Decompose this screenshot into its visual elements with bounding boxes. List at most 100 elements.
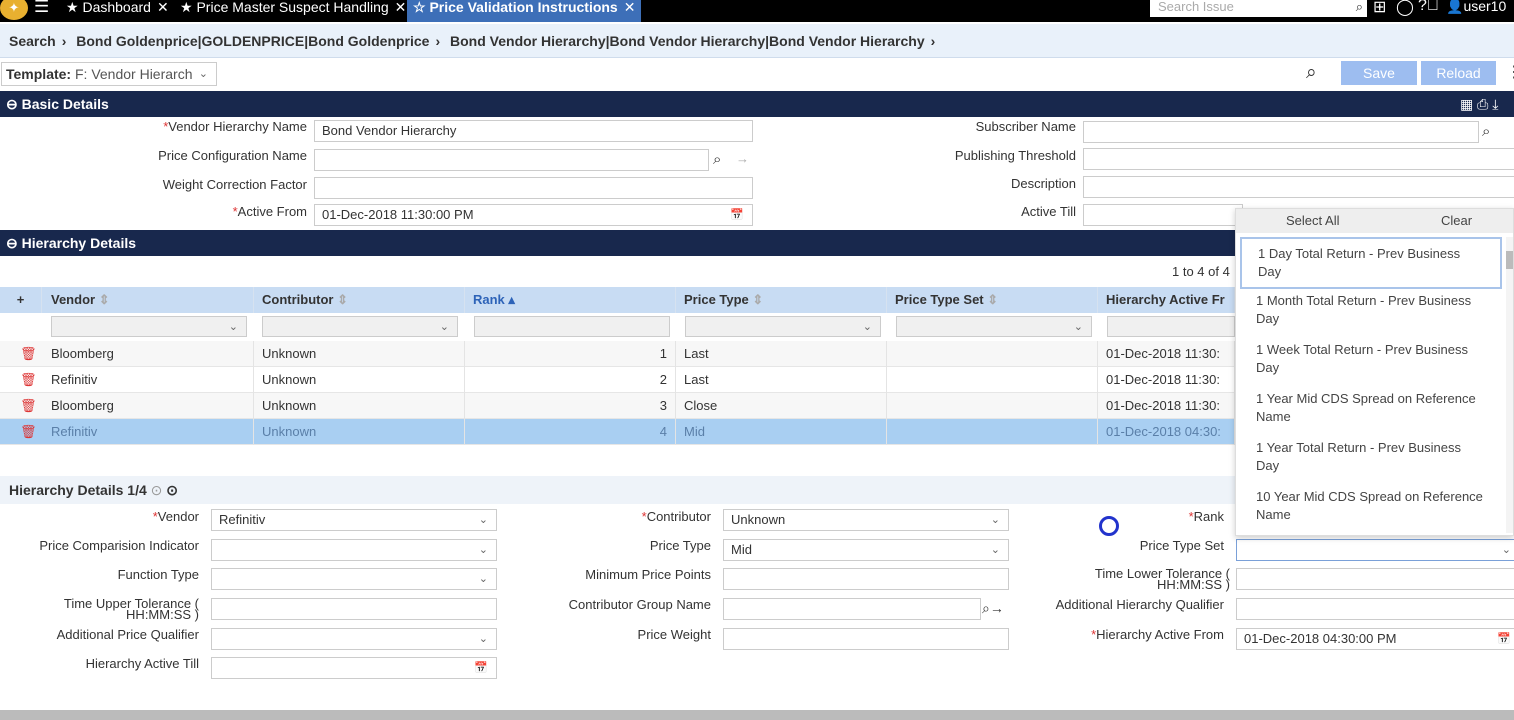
description-input[interactable] (1083, 176, 1514, 198)
close-icon[interactable]: ✕ (624, 0, 636, 15)
basic-details-header[interactable]: ⊖ Basic Details ▦ ⎙ ⤓ (0, 91, 1514, 117)
active-till-input[interactable] (1083, 204, 1243, 226)
tab-dashboard[interactable]: ★ Dashboard ✕ (60, 0, 175, 22)
search-icon[interactable]: ⌕→ (982, 600, 1004, 617)
delete-icon[interactable]: 🗑 (12, 419, 37, 445)
table-cell: Bloomberg (43, 341, 254, 367)
close-icon[interactable]: ✕ (157, 0, 169, 15)
search-icon[interactable]: ⌕ (1356, 0, 1363, 14)
subscriber-input[interactable] (1083, 121, 1479, 143)
hat-label: Hierarchy Active Till (85, 656, 199, 671)
help-icon[interactable]: ?⃝ (1418, 0, 1439, 15)
col-hierarchy-active-from[interactable]: Hierarchy Active Fr (1098, 287, 1235, 313)
search-icon[interactable]: ⌕ (1482, 123, 1490, 140)
table-row[interactable]: 🗑 Bloomberg Unknown 3 Close 01-Dec-2018 11:30… (0, 393, 1235, 419)
cgn-input[interactable] (723, 598, 981, 620)
haf-input[interactable]: 01-Dec-2018 04:30:00 PM 📅 (1236, 628, 1514, 650)
weight-input[interactable] (314, 177, 753, 199)
vendor-select[interactable]: Refinitiv ⌄ (211, 509, 497, 531)
breadcrumb: Search › Bond Goldenprice|GOLDENPRICE|Bon… (0, 24, 1514, 58)
close-icon[interactable]: ✕ (395, 0, 407, 15)
more-icon[interactable]: ⋮ (1506, 62, 1514, 82)
contributor-select[interactable]: Unknown ⌄ (723, 509, 1009, 531)
vendor-hierarchy-name-input[interactable]: Bond Vendor Hierarchy (314, 120, 753, 142)
active-from-filter[interactable] (1107, 316, 1235, 337)
save-button[interactable]: Save (1341, 61, 1417, 85)
search-issue-input[interactable]: Search Issue ⌕ (1150, 0, 1367, 17)
search-icon[interactable]: ⌕ (1306, 62, 1317, 84)
menu-icon[interactable]: ☰ (34, 0, 49, 17)
chat-icon[interactable]: ◯ (1396, 0, 1414, 17)
tlt-input[interactable] (1236, 568, 1514, 590)
col-price-type[interactable]: Price Type ⇕ (676, 287, 887, 313)
publishing-input[interactable] (1083, 148, 1514, 170)
user-menu[interactable]: 👤user10 (1446, 0, 1506, 15)
reload-button[interactable]: Reload (1421, 61, 1496, 85)
next-icon[interactable]: ⊙ (166, 482, 178, 498)
table-row[interactable]: 🗑 Refinitiv Unknown 2 Last 01-Dec-2018 11:30: (0, 367, 1235, 393)
table-cell: 01-Dec-2018 04:30: (1098, 419, 1235, 445)
dropdown-option[interactable]: 1 Day Total Return - Prev Business Day (1240, 237, 1502, 289)
export-icon[interactable]: ▦ ⎙ ⤓ (1460, 91, 1498, 117)
price-type-select[interactable]: Mid ⌄ (723, 539, 1009, 561)
clear-button[interactable]: Clear (1441, 209, 1472, 233)
user-icon: 👤 (1446, 0, 1464, 14)
price-type-set-filter[interactable]: ⌄ (896, 316, 1092, 337)
breadcrumb-vendor-hierarchy[interactable]: Bond Vendor Hierarchy|Bond Vendor Hierar… (450, 33, 925, 49)
delete-icon[interactable]: 🗑 (12, 367, 37, 393)
col-vendor[interactable]: Vendor ⇕ (43, 287, 254, 313)
breadcrumb-goldenprice[interactable]: Bond Goldenprice|GOLDENPRICE|Bond Golden… (76, 33, 429, 49)
dropdown-option[interactable]: 1 Year Total Return - Prev Business Day (1240, 433, 1502, 481)
dropdown-option[interactable]: 10 Year Mid CDS Spread on Reference Name (1240, 482, 1502, 530)
col-contributor[interactable]: Contributor ⇕ (254, 287, 465, 313)
add-row-button[interactable]: + (0, 287, 42, 313)
delete-icon[interactable]: 🗑 (12, 393, 37, 419)
app-logo[interactable]: ✦ (0, 0, 28, 20)
table-cell: Unknown (254, 393, 465, 419)
function-type-label: Function Type (117, 567, 199, 582)
horizontal-scrollbar[interactable] (0, 710, 1514, 720)
calendar-icon[interactable]: 📅 (730, 205, 744, 225)
arrow-right-icon[interactable]: → (736, 151, 749, 166)
price-type-filter[interactable]: ⌄ (685, 316, 881, 337)
search-icon[interactable]: ⌕ (713, 151, 721, 168)
table-row[interactable]: 🗑 Bloomberg Unknown 1 Last 01-Dec-2018 11:30: (0, 341, 1235, 367)
tab-price-master[interactable]: ★ Price Master Suspect Handling ✕ (174, 0, 412, 22)
tut-input[interactable] (211, 598, 497, 620)
dropdown-option[interactable]: 1 Week Total Return - Prev Business Day (1240, 335, 1502, 383)
cgn-label: Contributor Group Name (568, 597, 711, 612)
table-cell: Refinitiv (43, 419, 254, 445)
subscriber-label: Subscriber Name (975, 119, 1076, 134)
delete-icon[interactable]: 🗑 (12, 341, 37, 367)
haf-label: *Hierarchy Active From (1091, 627, 1224, 642)
col-rank[interactable]: Rank ▴ (465, 287, 676, 313)
apq-select[interactable]: ⌄ (211, 628, 497, 650)
pci-select[interactable]: ⌄ (211, 539, 497, 561)
table-row[interactable]: 🗑 Refinitiv Unknown 4 Mid 01-Dec-2018 04:30: (0, 419, 1235, 445)
template-select[interactable]: Template: F: Vendor Hierarch ⌄ (1, 62, 217, 86)
function-type-select[interactable]: ⌄ (211, 568, 497, 590)
contributor-label: *Contributor (641, 509, 711, 524)
tab-price-validation[interactable]: ☆ Price Validation Instructions ✕ (407, 0, 642, 22)
dropdown-option[interactable]: 1 Month Total Return - Prev Business Day (1240, 286, 1502, 334)
table-cell: Unknown (254, 419, 465, 445)
select-all-button[interactable]: Select All (1286, 209, 1339, 233)
price-type-set-select[interactable]: ⌄ (1236, 539, 1514, 561)
prev-icon[interactable]: ⊙ (151, 482, 163, 498)
mpp-input[interactable] (723, 568, 1009, 590)
vendor-filter[interactable]: ⌄ (51, 316, 247, 337)
table-cell (887, 341, 1098, 367)
price-weight-input[interactable] (723, 628, 1009, 650)
contributor-filter[interactable]: ⌄ (262, 316, 458, 337)
hat-input[interactable]: 📅 (211, 657, 497, 679)
col-price-type-set[interactable]: Price Type Set ⇕ (887, 287, 1098, 313)
price-config-input[interactable] (314, 149, 709, 171)
dropdown-option[interactable]: 1 Year Mid CDS Spread on Reference Name (1240, 384, 1502, 432)
rank-filter[interactable] (474, 316, 670, 337)
breadcrumb-search[interactable]: Search (9, 33, 56, 49)
add-icon[interactable]: ⊞ (1373, 0, 1386, 17)
ahq-input[interactable] (1236, 598, 1514, 620)
table-cell: 2 (465, 367, 676, 393)
active-from-input[interactable]: 01-Dec-2018 11:30:00 PM 📅 (314, 204, 753, 226)
scrollbar[interactable] (1506, 237, 1513, 533)
